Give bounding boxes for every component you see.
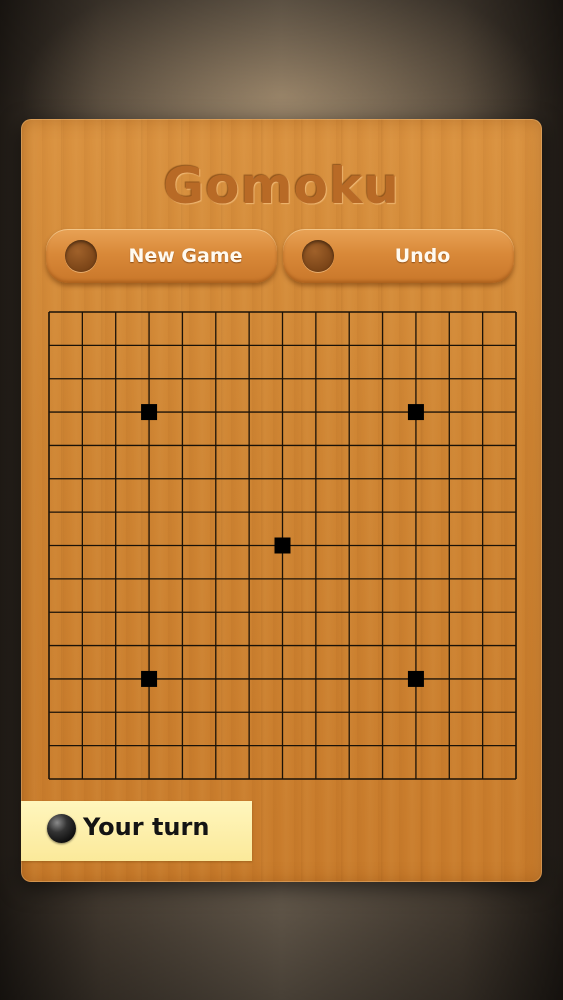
undo-label: Undo <box>394 245 451 267</box>
button-dot-icon <box>302 240 334 272</box>
new-game-button[interactable]: New Game <box>46 229 277 283</box>
game-board[interactable] <box>48 311 517 780</box>
turn-status-text: Your turn <box>83 813 210 841</box>
star-point <box>407 670 424 687</box>
star-point <box>141 404 158 421</box>
undo-button[interactable]: Undo <box>283 229 514 283</box>
star-point <box>141 670 158 687</box>
turn-indicator: Your turn <box>21 801 252 861</box>
star-point <box>274 537 291 554</box>
button-dot-icon <box>65 240 97 272</box>
star-point <box>407 404 424 421</box>
new-game-label: New Game <box>128 245 243 267</box>
game-title: Gomoku <box>163 157 400 215</box>
black-stone-icon <box>47 814 76 843</box>
